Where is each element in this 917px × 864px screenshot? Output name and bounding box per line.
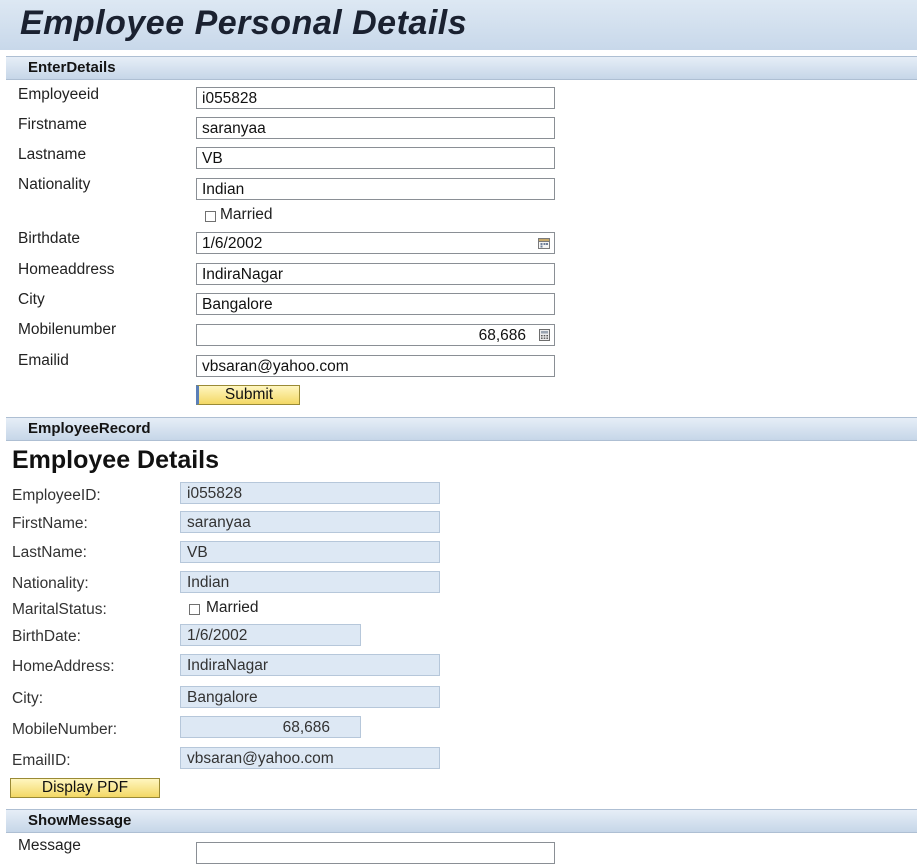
record-employee-id-value: i055828 [180, 482, 440, 504]
record-last-name-value: VB [180, 541, 440, 563]
married-checkbox-label: Married [220, 206, 273, 223]
record-email-id-label: EmailID: [12, 752, 71, 769]
record-city-label: City: [12, 690, 43, 707]
record-home-address-value: IndiraNagar [180, 654, 440, 676]
last-name-input[interactable] [196, 147, 555, 169]
city-label: City [18, 291, 45, 308]
city-input[interactable] [196, 293, 555, 315]
section-header-enter-details: EnterDetails [6, 56, 917, 80]
birthdate-label: Birthdate [18, 230, 81, 247]
record-mobile-number-value: 68,686 [180, 716, 361, 738]
employee-id-input[interactable] [196, 87, 555, 109]
employee-id-label: Employeeid [18, 86, 99, 103]
nationality-input[interactable] [196, 178, 555, 200]
record-city-value: Bangalore [180, 686, 440, 708]
mobile-number-label: Mobilenumber [18, 321, 117, 338]
record-birthdate-value: 1/6/2002 [180, 624, 361, 646]
home-address-label: Homeaddress [18, 261, 115, 278]
calculator-icon[interactable] [539, 329, 550, 341]
display-pdf-button[interactable]: Display PDF [10, 778, 160, 798]
record-marital-status-label: MaritalStatus: [12, 601, 107, 618]
employee-details-heading: Employee Details [12, 446, 220, 474]
record-first-name-value: saranyaa [180, 511, 440, 533]
section-title-show-message: ShowMessage [28, 812, 132, 829]
record-home-address-label: HomeAddress: [12, 658, 115, 675]
record-employee-id-label: EmployeeID: [12, 487, 101, 504]
record-mobile-number-label: MobileNumber: [12, 721, 118, 738]
section-title-employee-record: EmployeeRecord [28, 420, 151, 437]
first-name-input[interactable] [196, 117, 555, 139]
record-birthdate-label: BirthDate: [12, 628, 81, 645]
email-id-input[interactable] [196, 355, 555, 377]
married-checkbox[interactable] [205, 211, 216, 222]
email-id-label: Emailid [18, 352, 69, 369]
record-last-name-label: LastName: [12, 544, 87, 561]
record-married-label: Married [206, 599, 259, 616]
record-first-name-label: FirstName: [12, 515, 88, 532]
record-email-id-value: vbsaran@yahoo.com [180, 747, 440, 769]
last-name-label: Lastname [18, 146, 87, 163]
page-title: Employee Personal Details [20, 4, 468, 42]
message-input[interactable] [196, 842, 555, 864]
mobile-number-input[interactable] [196, 324, 555, 346]
nationality-label: Nationality [18, 176, 91, 193]
birthdate-input[interactable] [196, 232, 555, 254]
record-nationality-value: Indian [180, 571, 440, 593]
submit-button[interactable]: Submit [196, 385, 300, 405]
record-nationality-label: Nationality: [12, 575, 89, 592]
section-header-employee-record: EmployeeRecord [6, 417, 917, 441]
home-address-input[interactable] [196, 263, 555, 285]
message-label: Message [18, 837, 81, 854]
section-title-enter-details: EnterDetails [28, 59, 116, 76]
first-name-label: Firstname [18, 116, 87, 133]
record-married-checkbox [189, 604, 200, 615]
calendar-icon[interactable] [538, 237, 550, 249]
section-header-show-message: ShowMessage [6, 809, 917, 833]
